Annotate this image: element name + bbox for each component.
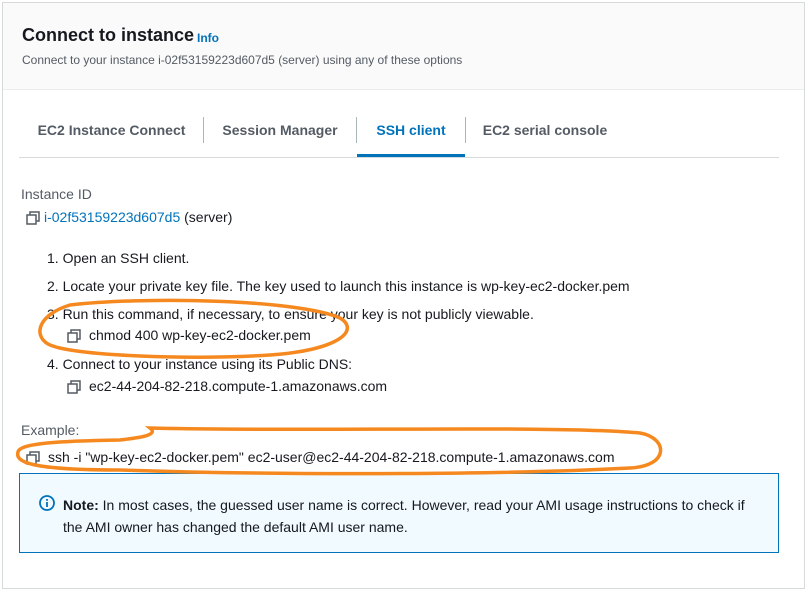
page-subtitle: Connect to your instance i-02f53159223d6… [22, 53, 463, 67]
tab-session-manager[interactable]: Session Manager [204, 113, 356, 157]
tab-ec2-instance-connect[interactable]: EC2 Instance Connect [19, 113, 204, 157]
note-alert: Note: In most cases, the guessed user na… [19, 473, 779, 553]
instance-id-row: i-02f53159223d607d5 (server) [44, 209, 232, 225]
instance-name: (server) [184, 209, 233, 225]
connection-tabs: EC2 Instance Connect Session Manager SSH… [19, 113, 779, 158]
instance-id-label: Instance ID [21, 186, 92, 202]
info-link[interactable]: Info [197, 31, 219, 45]
note-text: In most cases, the guessed user name is … [63, 497, 745, 535]
step-4: 4. Connect to your instance using its Pu… [47, 356, 353, 372]
instance-id-link[interactable]: i-02f53159223d607d5 [44, 209, 180, 225]
step-1: 1. Open an SSH client. [47, 250, 190, 266]
public-dns: ec2-44-204-82-218.compute-1.amazonaws.co… [89, 378, 388, 394]
copy-icon[interactable] [67, 329, 81, 343]
step-2: 2. Locate your private key file. The key… [47, 278, 630, 294]
chmod-command: chmod 400 wp-key-ec2-docker.pem [89, 327, 311, 343]
tab-ssh-client[interactable]: SSH client [357, 113, 465, 157]
note-message: Note: In most cases, the guessed user na… [63, 494, 763, 538]
copy-icon[interactable] [26, 211, 40, 225]
example-label: Example: [21, 422, 80, 438]
copy-icon[interactable] [67, 380, 81, 394]
ssh-example-command: ssh -i "wp-key-ec2-docker.pem" ec2-user@… [48, 449, 615, 465]
info-circle-icon [39, 495, 55, 511]
step-3: 3. Run this command, if necessary, to en… [47, 306, 534, 322]
tab-ec2-serial-console[interactable]: EC2 serial console [466, 113, 624, 157]
page-title: Connect to instance [22, 25, 195, 45]
copy-icon[interactable] [26, 451, 40, 465]
panel-header: Connect to instance Info Connect to your… [3, 3, 804, 90]
note-label: Note: [63, 497, 99, 513]
